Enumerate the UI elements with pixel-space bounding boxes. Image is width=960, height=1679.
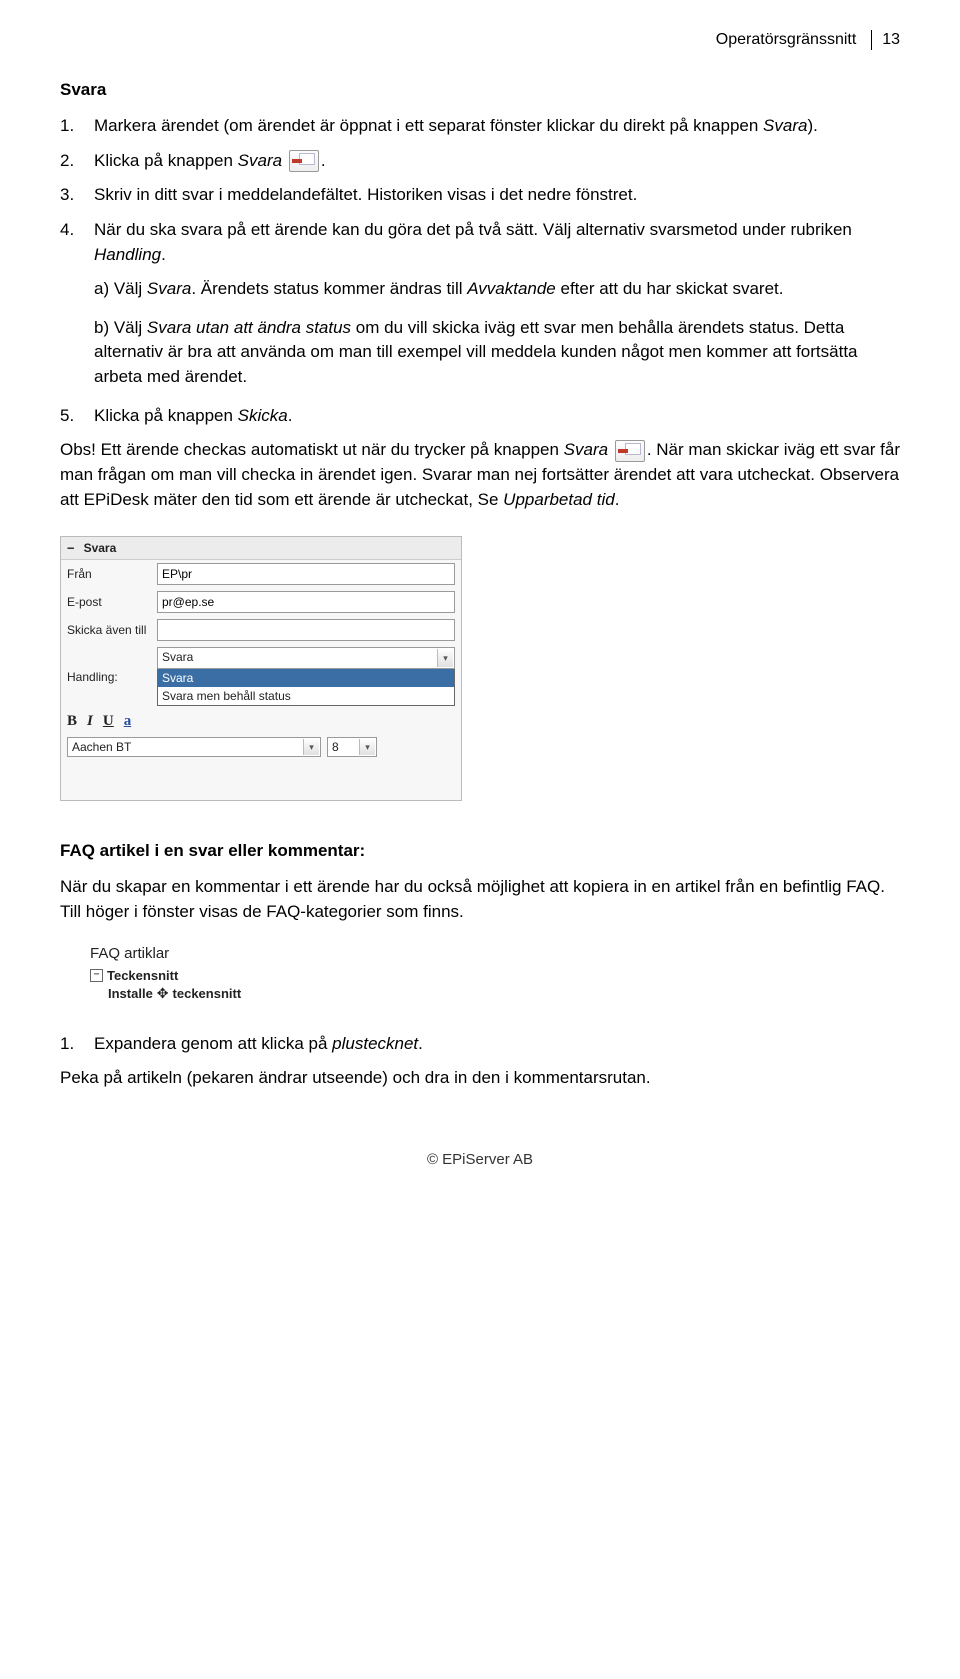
header-page-number: 13 xyxy=(882,31,900,48)
cc-input[interactable] xyxy=(157,619,455,641)
step-1: 1. Markera ärendet (om ärendet är öppnat… xyxy=(60,114,900,139)
reply-icon xyxy=(615,440,645,462)
steps-list: 1. Markera ärendet (om ärendet är öppnat… xyxy=(60,114,900,267)
chevron-down-icon[interactable]: ▾ xyxy=(303,739,319,755)
handling-select[interactable]: Svara ▾ xyxy=(157,647,455,669)
faq-category[interactable]: − Teckensnitt xyxy=(90,968,310,983)
steps-list-2: 5. Klicka på knappen Skicka. xyxy=(60,404,900,429)
faq-panel-title: FAQ artiklar xyxy=(90,945,310,962)
step-text: Markera ärendet (om ärendet är öppnat i … xyxy=(94,114,900,139)
obs-paragraph: Obs! Ett ärende checkas automatiskt ut n… xyxy=(60,438,900,512)
bold-button[interactable]: B xyxy=(67,713,77,730)
handling-select-wrap: Svara ▾ Svara Svara men behåll status xyxy=(157,647,455,706)
step-number: 1. xyxy=(60,1032,94,1057)
format-toolbar: B I U a xyxy=(61,709,461,734)
step-3: 3. Skriv in ditt svar i meddelandefältet… xyxy=(60,183,900,208)
step-text: Skriv in ditt svar i meddelandefältet. H… xyxy=(94,183,900,208)
step-number: 3. xyxy=(60,183,94,208)
handling-dropdown: Svara Svara men behåll status xyxy=(157,669,455,706)
link-button[interactable]: a xyxy=(124,713,132,730)
page-content: Operatörsgränssnitt 13 Svara 1. Markera … xyxy=(0,0,960,1208)
email-input[interactable] xyxy=(157,591,455,613)
underline-button[interactable]: U xyxy=(103,713,114,730)
italic-button[interactable]: I xyxy=(87,713,93,730)
font-row: Aachen BT ▾ 8 ▾ xyxy=(61,734,461,760)
header-title: Operatörsgränssnitt xyxy=(716,31,857,48)
minus-icon[interactable]: − xyxy=(90,969,103,982)
step-text: Klicka på knappen Svara . xyxy=(94,149,900,174)
substep-b: b) Välj Svara utan att ändra status om d… xyxy=(94,316,900,390)
faq-steps: 1. Expandera genom att klicka på plustec… xyxy=(60,1032,900,1057)
header-divider xyxy=(871,30,872,50)
email-label: E-post xyxy=(67,595,157,609)
step-number: 1. xyxy=(60,114,94,139)
move-cursor-icon: ✥ xyxy=(157,985,169,1002)
form-row-handling: Handling: Svara ▾ Svara Svara men behåll… xyxy=(61,644,461,709)
step-text: När du ska svara på ett ärende kan du gö… xyxy=(94,218,900,267)
page-header: Operatörsgränssnitt 13 xyxy=(60,30,900,50)
handling-option-svara[interactable]: Svara xyxy=(158,669,454,687)
substep-a: a) Välj Svara. Ärendets status kommer än… xyxy=(94,277,900,302)
faq-intro: När du skapar en kommentar i ett ärende … xyxy=(60,875,900,924)
step-text: Klicka på knappen Skicka. xyxy=(94,404,900,429)
page-footer: © EPiServer AB xyxy=(60,1151,900,1168)
faq-panel-screenshot: FAQ artiklar − Teckensnitt Installe✥ tec… xyxy=(90,945,310,1002)
faq-article[interactable]: Installe✥ teckensnitt xyxy=(108,985,310,1002)
form-header[interactable]: − Svara xyxy=(61,537,461,560)
section-title: Svara xyxy=(60,80,900,100)
cc-label: Skicka även till xyxy=(67,623,157,637)
from-input[interactable] xyxy=(157,563,455,585)
step-5: 5. Klicka på knappen Skicka. xyxy=(60,404,900,429)
chevron-down-icon[interactable]: ▾ xyxy=(359,739,375,755)
step-number: 2. xyxy=(60,149,94,174)
message-body[interactable] xyxy=(61,760,461,800)
form-row-email: E-post xyxy=(61,588,461,616)
chevron-down-icon[interactable]: ▾ xyxy=(437,649,453,667)
font-select[interactable]: Aachen BT ▾ xyxy=(67,737,321,757)
step-4: 4. När du ska svara på ett ärende kan du… xyxy=(60,218,900,267)
collapse-icon[interactable]: − xyxy=(67,541,74,555)
from-label: Från xyxy=(67,567,157,581)
form-row-from: Från xyxy=(61,560,461,588)
faq-category-label: Teckensnitt xyxy=(107,968,178,983)
reply-form-screenshot: − Svara Från E-post Skicka även till Han… xyxy=(60,536,462,801)
form-title: Svara xyxy=(84,541,117,555)
faq-heading: FAQ artikel i en svar eller kommentar: xyxy=(60,841,900,861)
step-number: 4. xyxy=(60,218,94,267)
step-2: 2. Klicka på knappen Svara . xyxy=(60,149,900,174)
form-row-cc: Skicka även till xyxy=(61,616,461,644)
faq-drag-instruction: Peka på artikeln (pekaren ändrar utseend… xyxy=(60,1066,900,1091)
step-number: 5. xyxy=(60,404,94,429)
font-size-select[interactable]: 8 ▾ xyxy=(327,737,377,757)
reply-icon xyxy=(289,150,319,172)
handling-option-keep-status[interactable]: Svara men behåll status xyxy=(158,687,454,705)
handling-label: Handling: xyxy=(67,670,157,684)
faq-step-1: 1. Expandera genom att klicka på plustec… xyxy=(60,1032,900,1057)
step-text: Expandera genom att klicka på plusteckne… xyxy=(94,1032,900,1057)
